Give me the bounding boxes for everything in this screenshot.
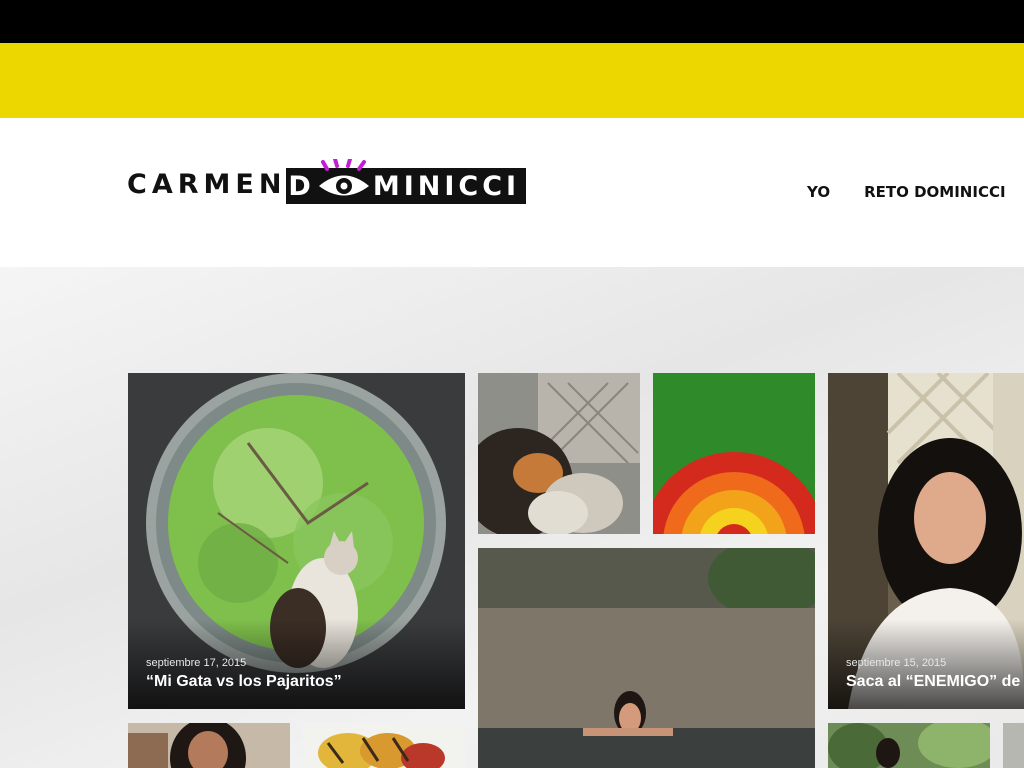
post-image: [128, 723, 290, 768]
logo-last-name-rest: MINICCI: [372, 170, 521, 202]
post-tile-mi-gata[interactable]: septiembre 17, 2015 “Mi Gata vs los Paja…: [128, 373, 465, 709]
post-tile-peppers[interactable]: [653, 373, 815, 534]
site-logo[interactable]: CARMEN D MINICCI: [127, 159, 527, 208]
post-title[interactable]: “Mi Gata vs los Pajaritos”: [146, 673, 342, 691]
post-grid-area: septiembre 17, 2015 “Mi Gata vs los Paja…: [0, 267, 1024, 768]
logo-letter-d: D: [288, 170, 315, 202]
post-tile-hot-spring[interactable]: [478, 548, 815, 768]
main-nav: YO RETO DOMINICCI ›: [790, 183, 1024, 201]
top-black-bar: [0, 0, 1024, 43]
post-image: [478, 548, 815, 768]
nav-item-reto-dominicci[interactable]: RETO DOMINICCI: [847, 183, 1022, 201]
post-tile-partial-right[interactable]: [1003, 723, 1024, 768]
logo-first-name: CARMEN: [127, 168, 287, 200]
logo-last-name-box: D MINICCI: [286, 159, 527, 204]
post-tile-cat-closeup[interactable]: [478, 373, 640, 534]
post-image: [478, 373, 640, 534]
post-image: [828, 723, 990, 768]
post-tile-portrait[interactable]: [128, 723, 290, 768]
post-tile-grilled-vegetables[interactable]: [303, 723, 465, 768]
post-image: [303, 723, 465, 768]
post-tile-garden[interactable]: [828, 723, 990, 768]
eye-icon: [315, 159, 373, 201]
nav-item-yo[interactable]: YO: [790, 183, 847, 201]
yellow-banner: [0, 43, 1024, 118]
post-date: septiembre 15, 2015: [846, 657, 947, 669]
post-image: [653, 373, 815, 534]
post-title[interactable]: Saca al “ENEMIGO” de tu: [846, 673, 1024, 691]
post-tile-saca-al-enemigo[interactable]: septiembre 15, 2015 Saca al “ENEMIGO” de…: [828, 373, 1024, 709]
post-date: septiembre 17, 2015: [146, 657, 247, 669]
